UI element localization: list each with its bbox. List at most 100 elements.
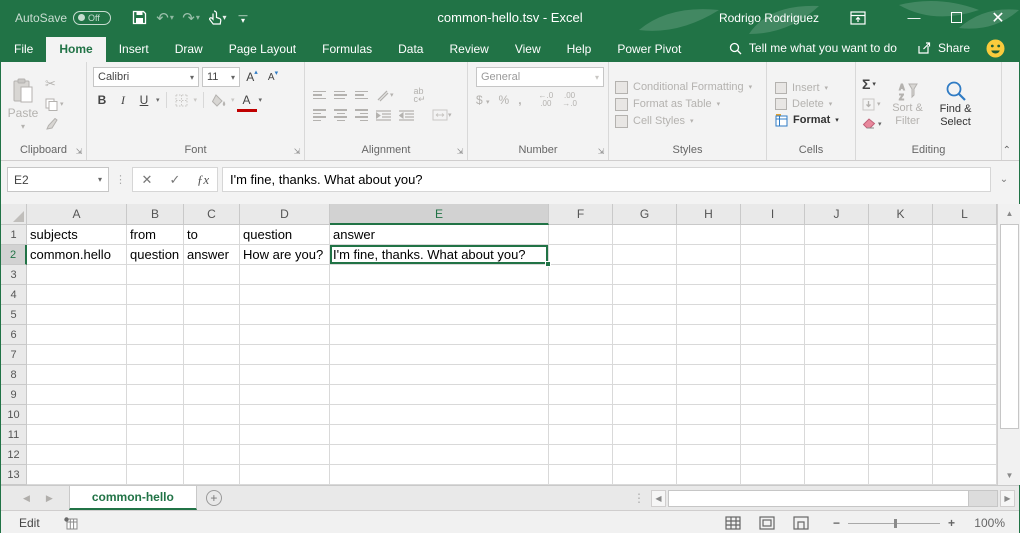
cell-K12[interactable]	[869, 445, 933, 465]
row-header-1[interactable]: 1	[1, 225, 27, 245]
cell-D6[interactable]	[240, 325, 330, 345]
cell-H11[interactable]	[677, 425, 741, 445]
touch-mode-caret-icon[interactable]: ▾	[223, 13, 227, 22]
zoom-out-button[interactable]: −	[833, 516, 840, 530]
cell-G10[interactable]	[613, 405, 677, 425]
column-header-I[interactable]: I	[741, 204, 805, 225]
cell-I4[interactable]	[741, 285, 805, 305]
cell-A9[interactable]	[27, 385, 127, 405]
cell-L3[interactable]	[933, 265, 997, 285]
find-select-button[interactable]: Find & Select	[934, 65, 978, 143]
cell-A4[interactable]	[27, 285, 127, 305]
sheet-tab-common-hello[interactable]: common-hello	[69, 486, 197, 510]
cell-B9[interactable]	[127, 385, 184, 405]
cell-B4[interactable]	[127, 285, 184, 305]
paste-button[interactable]: Paste ▾	[3, 65, 43, 143]
font-dialog-launcher[interactable]: ⇲	[292, 147, 302, 157]
cell-E3[interactable]	[330, 265, 549, 285]
cell-F2[interactable]	[549, 245, 613, 265]
cell-B2[interactable]: question	[127, 245, 184, 265]
vertical-scrollbar[interactable]: ▲ ▼	[997, 204, 1020, 485]
cell-J5[interactable]	[805, 305, 869, 325]
redo-button[interactable]: ↷▾	[179, 5, 203, 31]
italic-button[interactable]: I	[114, 91, 132, 109]
cell-G7[interactable]	[613, 345, 677, 365]
scroll-up-button[interactable]: ▲	[998, 204, 1020, 223]
cell-D9[interactable]	[240, 385, 330, 405]
clipboard-dialog-launcher[interactable]: ⇲	[74, 147, 84, 157]
tell-me-box[interactable]: Tell me what you want to do	[719, 36, 907, 62]
cell-H8[interactable]	[677, 365, 741, 385]
percent-style-button[interactable]: %	[499, 93, 510, 107]
row-header-7[interactable]: 7	[1, 345, 27, 365]
feedback-smiley-icon[interactable]	[986, 39, 1005, 58]
cell-H9[interactable]	[677, 385, 741, 405]
cell-D5[interactable]	[240, 305, 330, 325]
ribbon-display-options-button[interactable]	[837, 0, 879, 35]
cell-G9[interactable]	[613, 385, 677, 405]
cell-J12[interactable]	[805, 445, 869, 465]
cell-J2[interactable]	[805, 245, 869, 265]
undo-button[interactable]: ↶▾	[153, 5, 177, 31]
cell-G13[interactable]	[613, 465, 677, 485]
cell-styles-button[interactable]: Cell Styles▾	[615, 115, 760, 128]
cell-L8[interactable]	[933, 365, 997, 385]
cell-E10[interactable]	[330, 405, 549, 425]
row-header-10[interactable]: 10	[1, 405, 27, 425]
redo-caret-icon[interactable]: ▾	[196, 13, 200, 22]
row-header-5[interactable]: 5	[1, 305, 27, 325]
cell-H10[interactable]	[677, 405, 741, 425]
cell-E9[interactable]	[330, 385, 549, 405]
maximize-button[interactable]	[935, 0, 977, 35]
cell-L5[interactable]	[933, 305, 997, 325]
cell-D11[interactable]	[240, 425, 330, 445]
cell-E2[interactable]: I'm fine, thanks. What about you?	[330, 245, 549, 265]
cell-E12[interactable]	[330, 445, 549, 465]
cell-F9[interactable]	[549, 385, 613, 405]
cell-E4[interactable]	[330, 285, 549, 305]
cell-F5[interactable]	[549, 305, 613, 325]
format-cells-button[interactable]: Format▾	[775, 114, 847, 127]
cell-E8[interactable]	[330, 365, 549, 385]
cell-I13[interactable]	[741, 465, 805, 485]
column-header-J[interactable]: J	[805, 204, 869, 225]
cell-G6[interactable]	[613, 325, 677, 345]
share-button[interactable]: Share	[907, 36, 980, 62]
cell-B1[interactable]: from	[127, 225, 184, 245]
insert-cells-button[interactable]: Insert▾	[775, 82, 847, 94]
cell-J6[interactable]	[805, 325, 869, 345]
cell-G5[interactable]	[613, 305, 677, 325]
cell-C9[interactable]	[184, 385, 240, 405]
cell-C12[interactable]	[184, 445, 240, 465]
delete-cells-button[interactable]: Delete▾	[775, 98, 847, 110]
cell-A3[interactable]	[27, 265, 127, 285]
fill-handle[interactable]	[545, 261, 551, 267]
align-left-button[interactable]	[313, 109, 326, 121]
cell-D10[interactable]	[240, 405, 330, 425]
cell-B11[interactable]	[127, 425, 184, 445]
scroll-right-button[interactable]: ▶	[1000, 490, 1015, 507]
column-header-L[interactable]: L	[933, 204, 997, 225]
cell-A10[interactable]	[27, 405, 127, 425]
page-break-preview-button[interactable]	[793, 516, 809, 530]
cell-C13[interactable]	[184, 465, 240, 485]
cell-D2[interactable]: How are you?	[240, 245, 330, 265]
increase-decimal-button[interactable]: ←.0.00	[539, 92, 554, 108]
cell-I10[interactable]	[741, 405, 805, 425]
cell-H4[interactable]	[677, 285, 741, 305]
row-header-13[interactable]: 13	[1, 465, 27, 485]
cell-E5[interactable]	[330, 305, 549, 325]
normal-view-button[interactable]	[725, 516, 741, 530]
cell-F12[interactable]	[549, 445, 613, 465]
new-sheet-button[interactable]: +	[197, 486, 231, 510]
cell-A12[interactable]	[27, 445, 127, 465]
formula-input[interactable]: I'm fine, thanks. What about you?	[222, 167, 991, 192]
tab-power-pivot[interactable]: Power Pivot	[604, 37, 694, 62]
cell-I1[interactable]	[741, 225, 805, 245]
cell-K2[interactable]	[869, 245, 933, 265]
cell-C10[interactable]	[184, 405, 240, 425]
cell-B7[interactable]	[127, 345, 184, 365]
fill-color-button[interactable]	[210, 91, 228, 109]
row-header-12[interactable]: 12	[1, 445, 27, 465]
comma-style-button[interactable]: ,	[518, 93, 521, 107]
